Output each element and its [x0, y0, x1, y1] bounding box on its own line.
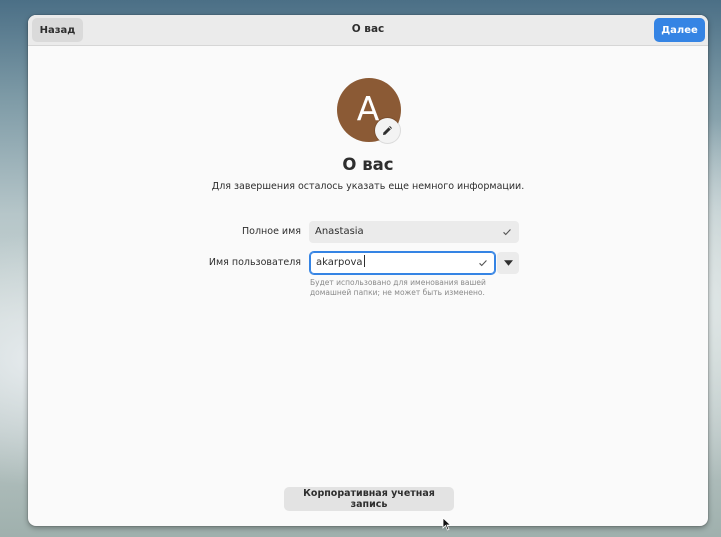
- triangle-down-icon: [503, 260, 513, 266]
- next-button[interactable]: Далее: [654, 18, 705, 42]
- header-bar: Назад О вас Далее: [28, 15, 708, 46]
- username-field[interactable]: akarpova: [310, 252, 495, 274]
- username-hint: Будет использовано для именования вашей …: [310, 278, 486, 297]
- full-name-value: Anastasia: [315, 226, 364, 237]
- text-caret: [363, 255, 365, 267]
- username-label: Имя пользователя: [208, 257, 301, 268]
- edit-avatar-button[interactable]: [375, 118, 400, 143]
- setup-window: Назад О вас Далее A О вас Для завершения…: [28, 15, 708, 526]
- full-name-field[interactable]: Anastasia: [309, 221, 519, 243]
- mouse-cursor-icon: [442, 517, 452, 531]
- window-title: О вас: [351, 23, 385, 35]
- page-heading: О вас: [342, 155, 394, 174]
- checkmark-icon: [500, 221, 514, 243]
- checkmark-icon: [476, 252, 490, 274]
- pencil-icon: [383, 126, 392, 135]
- username-dropdown-button[interactable]: [497, 252, 519, 274]
- enterprise-account-button[interactable]: Корпоративная учетная запись: [284, 487, 454, 511]
- username-value: akarpova: [316, 257, 363, 268]
- avatar-initial: A: [356, 88, 380, 128]
- page-subtitle: Для завершения осталось указать еще немн…: [211, 181, 525, 192]
- full-name-label: Полное имя: [242, 226, 301, 237]
